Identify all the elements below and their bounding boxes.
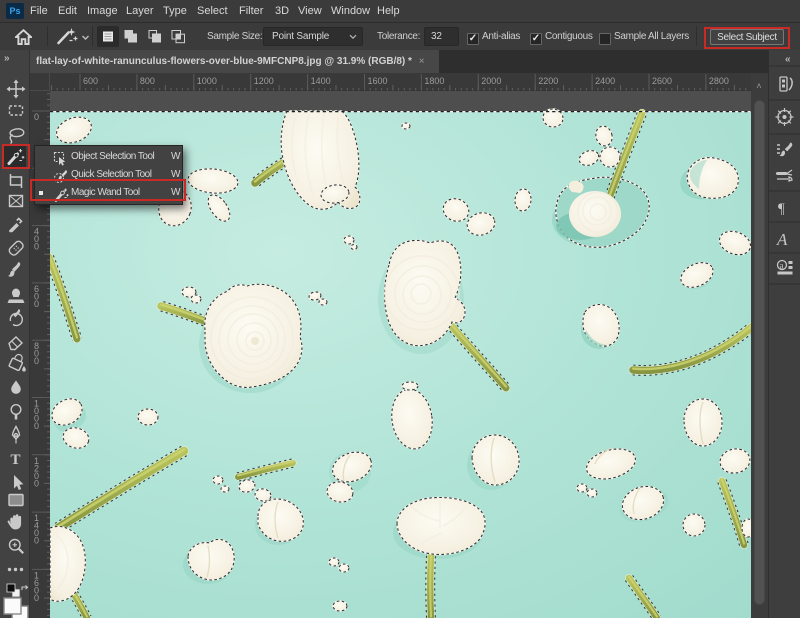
svg-text:1000: 1000	[197, 76, 217, 86]
svg-text:2600: 2600	[652, 76, 672, 86]
svg-text:2200: 2200	[538, 76, 558, 86]
svg-text:1200: 1200	[254, 76, 274, 86]
svg-text:0: 0	[34, 478, 39, 488]
svg-text:A: A	[776, 230, 788, 249]
svg-text:a: a	[780, 261, 784, 271]
svg-text:«: «	[785, 54, 791, 65]
svg-text:¶: ¶	[778, 201, 785, 217]
svg-text:0: 0	[34, 242, 39, 252]
svg-text:800: 800	[140, 76, 155, 86]
svg-text:1800: 1800	[424, 76, 444, 86]
svg-text:T: T	[11, 452, 21, 468]
svg-text:2000: 2000	[481, 76, 501, 86]
svg-text:0: 0	[34, 593, 39, 603]
svg-text:2800: 2800	[709, 76, 729, 86]
svg-text:1600: 1600	[368, 76, 388, 86]
svg-text:1400: 1400	[311, 76, 331, 86]
svg-text:0: 0	[34, 421, 39, 431]
svg-text:0: 0	[34, 112, 39, 122]
svg-text:600: 600	[83, 76, 98, 86]
svg-text:0: 0	[34, 299, 39, 309]
svg-text:0: 0	[34, 356, 39, 366]
svg-text:2400: 2400	[595, 76, 615, 86]
svg-text:0: 0	[34, 536, 39, 546]
svg-text:»: »	[4, 53, 10, 64]
